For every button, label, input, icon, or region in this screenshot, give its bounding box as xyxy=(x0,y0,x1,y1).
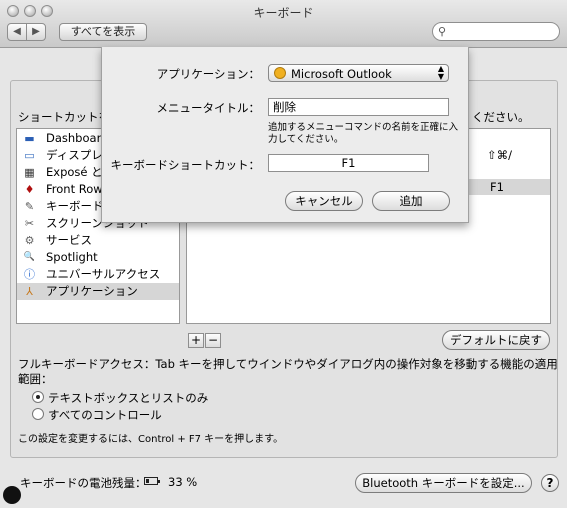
category-item-services[interactable]: ⚙ サービス xyxy=(17,232,179,249)
back-button[interactable]: ◀ xyxy=(7,23,27,41)
battery-level: 33 % xyxy=(168,475,198,489)
category-label: Front Row xyxy=(46,182,103,196)
menu-title-label: メニュータイトル： xyxy=(156,101,261,115)
category-label: サービス xyxy=(46,233,92,247)
screenshot-icon: ✂ xyxy=(24,217,35,230)
forward-button[interactable]: ▶ xyxy=(26,23,46,41)
radio-label[interactable]: すべてのコントロール xyxy=(48,407,162,423)
search-input[interactable]: ⚲ xyxy=(432,22,560,41)
shortcut-label: キーボードショートカット： xyxy=(110,158,261,172)
search-icon: ⚲ xyxy=(438,25,447,38)
category-item-universal-access[interactable]: ⓘ ユニバーサルアクセス xyxy=(17,266,179,283)
category-label: ユニバーサルアクセス xyxy=(46,267,161,281)
display-icon: ▭ xyxy=(24,149,35,162)
application-icon: ⅄ xyxy=(26,285,33,298)
expose-icon: ▦ xyxy=(24,166,35,179)
shortcut-key: ⇧⌘/ xyxy=(487,148,513,162)
application-popup[interactable]: Microsoft Outlook ▲ ▼ xyxy=(268,64,449,82)
universal-access-icon: ⓘ xyxy=(24,268,35,281)
outlook-icon xyxy=(274,67,286,79)
watermark-logo xyxy=(3,486,21,504)
popup-arrows-icon: ▲ ▼ xyxy=(437,64,444,81)
help-button[interactable]: ? xyxy=(541,474,559,492)
full-keyboard-access-label: フルキーボードアクセス：Tab キーを押してウインドウやダイアログ内の操作対象を… xyxy=(18,357,558,371)
restore-defaults-button[interactable]: デフォルトに戻す xyxy=(442,330,550,350)
menu-title-hint: 追加するメニューコマンドの名前を正確に入力してください。 xyxy=(268,122,459,145)
category-label: Spotlight xyxy=(46,250,98,264)
application-label: アプリケーション： xyxy=(156,67,260,81)
instruction-text: ショートカットを xyxy=(18,110,110,124)
show-all-button[interactable]: すべてを表示 xyxy=(59,23,147,41)
bluetooth-setup-button[interactable]: Bluetooth キーボードを設定... xyxy=(355,473,532,493)
shortcut-field[interactable]: F1 xyxy=(268,154,429,172)
battery-level-fill xyxy=(146,479,149,483)
category-item-application[interactable]: ⅄ アプリケーション xyxy=(17,283,179,300)
spotlight-icon: 🔍 xyxy=(23,252,36,262)
remove-shortcut-button[interactable]: − xyxy=(205,333,221,348)
preferences-window: キーボード ◀ ▶ すべてを表示 ⚲ ショートカットを ください。 ▬ Dash… xyxy=(0,0,567,508)
change-hint: この設定を変更するには、Control + F7 キーを押します。 xyxy=(18,434,284,445)
add-button[interactable]: 追加 xyxy=(372,191,450,211)
dashboard-icon: ▬ xyxy=(24,132,35,145)
radio-label[interactable]: テキストボックスとリストのみ xyxy=(48,390,208,406)
keyboard-icon: ✎ xyxy=(24,200,35,213)
add-shortcut-sheet: アプリケーション： Microsoft Outlook ▲ ▼ メニュータイトル：… xyxy=(101,47,469,223)
instruction-text-end: ください。 xyxy=(472,110,530,124)
services-icon: ⚙ xyxy=(24,234,35,247)
category-label: アプリケーション xyxy=(46,284,138,298)
radio-all-controls[interactable] xyxy=(32,408,44,420)
application-value: Microsoft Outlook xyxy=(291,67,392,81)
title-bar: キーボード ◀ ▶ すべてを表示 ⚲ xyxy=(0,0,567,48)
battery-label: キーボードの電池残量： xyxy=(20,476,147,490)
add-shortcut-button[interactable]: + xyxy=(188,333,204,348)
menu-title-field[interactable]: 削除 xyxy=(268,98,449,116)
full-keyboard-access-label-2: 範囲： xyxy=(18,372,53,386)
front-row-icon: ♦ xyxy=(24,183,35,196)
shortcut-key: F1 xyxy=(490,180,504,194)
category-item-spotlight[interactable]: 🔍 Spotlight xyxy=(17,249,179,266)
battery-icon xyxy=(144,477,160,485)
window-title: キーボード xyxy=(253,6,314,20)
cancel-button[interactable]: キャンセル xyxy=(285,191,363,211)
radio-text-lists-only[interactable] xyxy=(32,391,44,403)
